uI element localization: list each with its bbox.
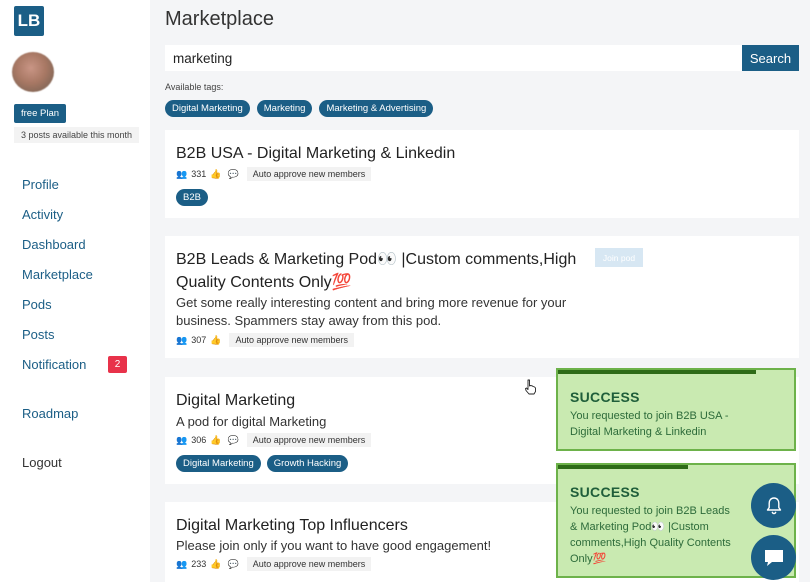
notification-fab[interactable] [751,483,796,528]
toast-message-line-2: & Marketing Pod👀 |Custom [570,521,709,533]
speech-bubble-icon: 💬 [227,558,239,569]
logout-link[interactable]: Logout [22,455,62,470]
toast-message-line-1: You requested to join B2B Leads [570,505,730,517]
pod-tags: B2B [176,189,208,206]
group-icon: 👥 [176,434,188,445]
pod-description: Please join only if you want to have goo… [176,538,492,553]
nav-marketplace[interactable]: Marketplace [22,267,93,282]
speech-bubble-icon: 💬 [227,434,239,445]
group-icon: 👥 [176,558,188,569]
nav-profile[interactable]: Profile [22,177,59,192]
thumbs-up-icon: 👍 [210,334,222,345]
pod-title[interactable]: Digital Marketing Top Influencers [176,515,408,537]
toast-message-line-2: Digital Marketing & Linkedin [570,426,707,438]
hand-cursor-icon [525,379,536,395]
tag-marketing[interactable]: Marketing [256,100,313,117]
member-count: 307 [191,335,207,345]
tag-digital-marketing[interactable]: Digital Marketing [165,100,250,117]
pod-card[interactable]: B2B USA - Digital Marketing & Linkedin 👥… [165,130,799,218]
tag-digital-marketing[interactable]: Digital Marketing [176,455,261,472]
toast-message-line-1: You requested to join B2B USA - [570,410,729,422]
nav-dashboard[interactable]: Dashboard [22,237,86,252]
avatar[interactable] [12,52,54,92]
toast-message-line-3: comments,High Quality Contents [570,537,731,549]
auto-approve-label: Auto approve new members [229,333,355,347]
pod-description-line-1: Get some really interesting content and … [176,295,567,310]
search-input[interactable] [165,45,742,71]
pod-card[interactable]: B2B Leads & Marketing Pod👀 |Custom comme… [165,236,799,358]
pod-meta: 👥 306 👍 💬 Auto approve new members [176,433,372,447]
thumbs-up-icon: 👍 [210,168,222,179]
pod-title-line-2[interactable]: Quality Contents Only💯 [176,272,352,294]
nav-pods[interactable]: Pods [22,297,52,312]
member-count: 331 [191,169,207,179]
pod-title-line-1[interactable]: B2B Leads & Marketing Pod👀 |Custom comme… [176,249,576,271]
toast-message-line-4: Only💯 [570,553,607,565]
nav-activity[interactable]: Activity [22,207,63,222]
nav-notification[interactable]: Notification [22,357,86,372]
available-tags: Digital Marketing Marketing Marketing & … [165,100,434,117]
nav-posts[interactable]: Posts [22,327,55,342]
tag-growth-hacking[interactable]: Growth Hacking [266,455,349,472]
app-logo[interactable]: LB [14,6,44,36]
speech-bubble-icon: 💬 [227,168,239,179]
member-count: 306 [191,435,207,445]
pod-description-line-2: business. Spammers stay away from this p… [176,313,442,328]
posts-available-text: 3 posts available this month [14,127,140,143]
tag-marketing-advertising[interactable]: Marketing & Advertising [319,100,434,117]
notification-count-badge: 2 [108,356,127,373]
available-tags-label: Available tags: [165,82,224,92]
pod-tags: Digital Marketing Growth Hacking [176,455,349,472]
pod-description: A pod for digital Marketing [176,414,327,429]
search-button[interactable]: Search [742,45,799,71]
join-pod-button[interactable]: Join pod [595,248,643,267]
tag-b2b[interactable]: B2B [176,189,208,206]
toast-progress-bar [558,370,757,374]
chat-icon [764,549,783,566]
bell-icon [766,496,781,514]
pod-title[interactable]: B2B USA - Digital Marketing & Linkedin [176,143,455,165]
pod-meta: 👥 331 👍 💬 Auto approve new members [176,167,372,181]
auto-approve-label: Auto approve new members [246,557,372,571]
auto-approve-label: Auto approve new members [246,433,372,447]
nav-roadmap[interactable]: Roadmap [22,406,78,421]
plan-badge[interactable]: free Plan [14,104,67,123]
group-icon: 👥 [176,168,188,179]
success-toast[interactable]: SUCCESS You requested to join B2B USA - … [556,368,796,451]
toast-title: SUCCESS [570,389,640,405]
pod-title[interactable]: Digital Marketing [176,390,295,412]
page-title: Marketplace [165,8,274,30]
pod-meta: 👥 233 👍 💬 Auto approve new members [176,557,372,571]
toast-progress-bar [558,465,688,469]
chat-fab[interactable] [751,535,796,580]
member-count: 233 [191,559,207,569]
group-icon: 👥 [176,334,188,345]
sidebar: LB free Plan 3 posts available this mont… [0,0,150,582]
thumbs-up-icon: 👍 [210,434,222,445]
toast-title: SUCCESS [570,484,640,500]
pod-meta: 👥 307 👍 Auto approve new members [176,333,355,347]
auto-approve-label: Auto approve new members [246,167,372,181]
thumbs-up-icon: 👍 [210,558,222,569]
